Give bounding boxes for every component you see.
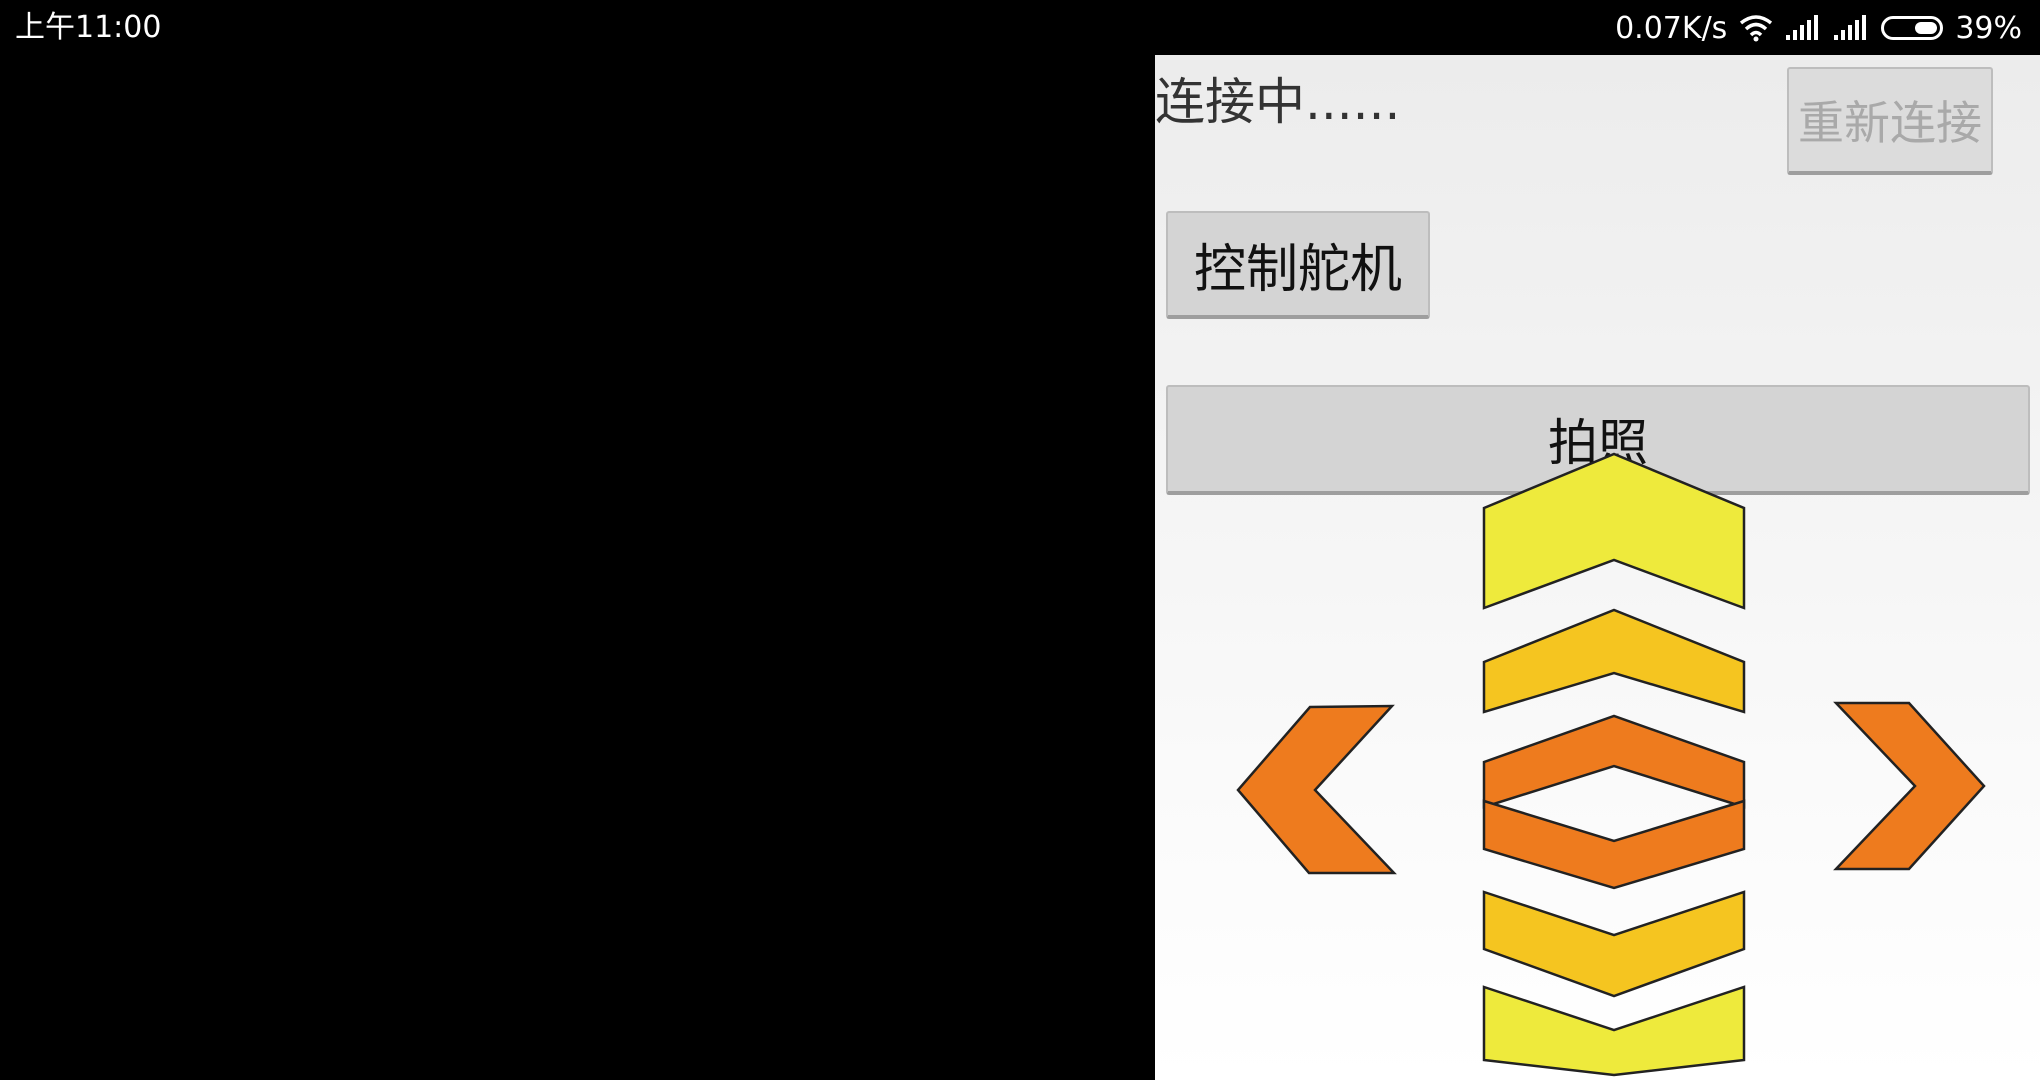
control-panel: 连接中...... 重新连接 控制舵机 拍照	[1155, 55, 2040, 1080]
chevron-up-icon[interactable]	[1482, 452, 1746, 610]
chevron-right-icon[interactable]	[1833, 701, 1986, 871]
battery-icon	[1881, 16, 1944, 40]
direction-pad	[1236, 452, 1986, 1077]
chevron-left-icon[interactable]	[1236, 704, 1397, 875]
chevron-up-icon[interactable]	[1482, 608, 1746, 714]
wifi-icon	[1739, 14, 1773, 42]
signal-icon	[1785, 15, 1821, 41]
network-speed: 0.07K/s	[1615, 10, 1728, 46]
status-time: 上午11:00	[15, 10, 162, 45]
status-bar: 上午11:00 0.07K/s 39%	[0, 0, 2040, 55]
chevron-down-icon[interactable]	[1482, 890, 1746, 998]
camera-preview	[0, 55, 1155, 1080]
status-indicators: 0.07K/s 39%	[1615, 8, 2022, 48]
center-diamond-icon[interactable]	[1482, 799, 1746, 890]
signal-icon	[1833, 15, 1869, 41]
center-diamond-icon[interactable]	[1482, 714, 1746, 809]
chevron-down-icon[interactable]	[1482, 985, 1746, 1077]
battery-percent: 39%	[1955, 10, 2022, 46]
